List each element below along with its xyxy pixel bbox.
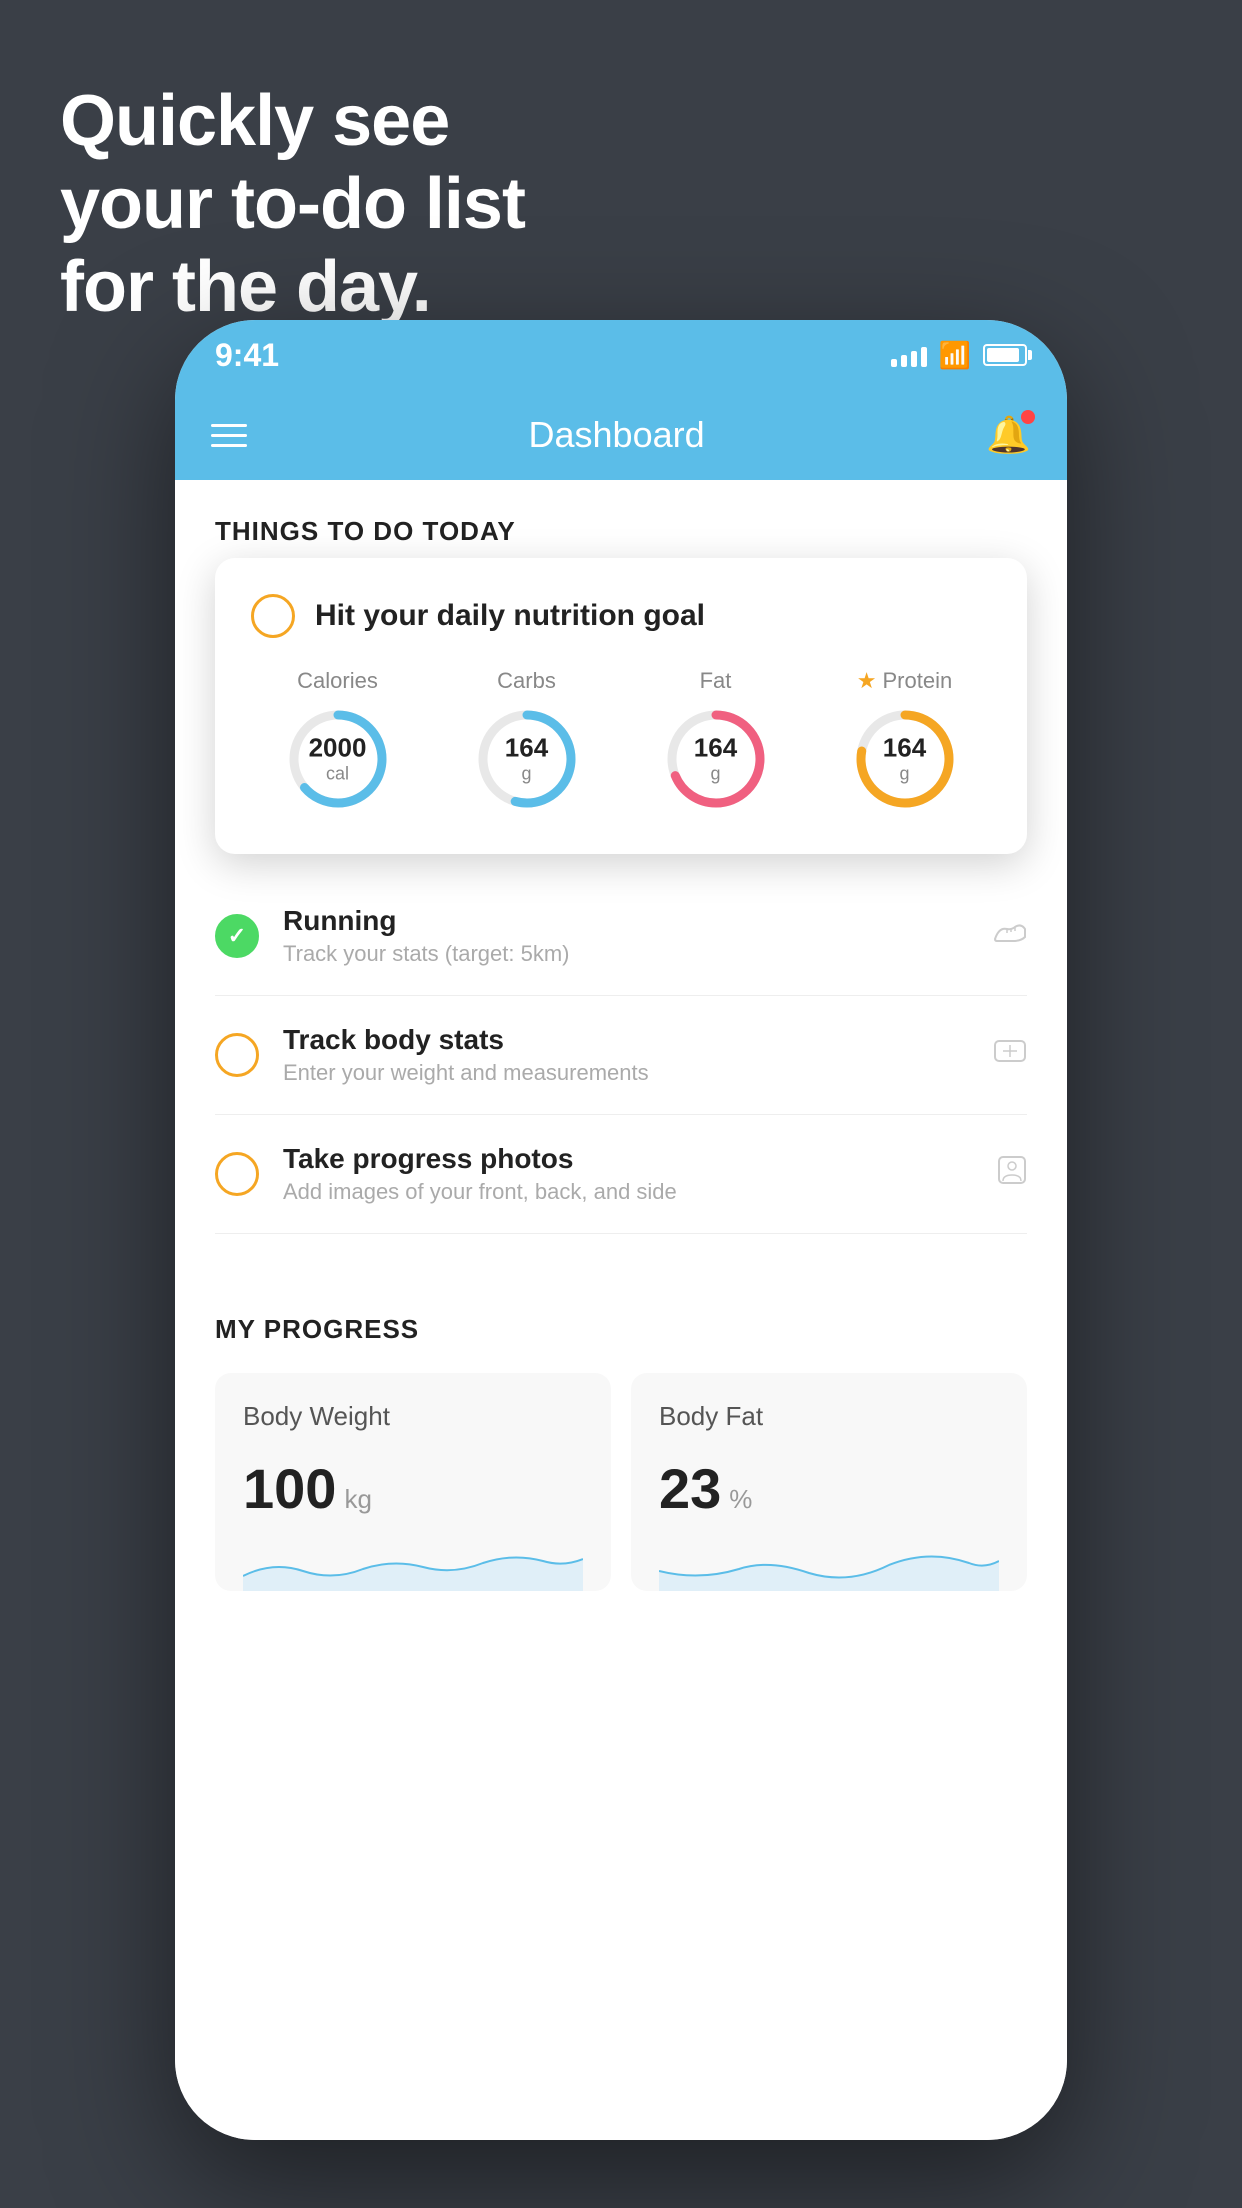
- body-fat-chart: [659, 1541, 999, 1591]
- nutrition-calories: Calories 2000 cal: [283, 668, 393, 814]
- status-icons: 📶: [891, 340, 1027, 371]
- nutrition-fat: Fat 164 g: [661, 668, 771, 814]
- list-item-running[interactable]: Running Track your stats (target: 5km): [215, 877, 1027, 996]
- nav-title: Dashboard: [529, 414, 705, 456]
- body-fat-unit: %: [729, 1484, 752, 1515]
- fat-value-text: 164 g: [694, 733, 737, 786]
- body-fat-value: 23: [659, 1456, 721, 1521]
- fat-donut: 164 g: [661, 704, 771, 814]
- calories-donut: 2000 cal: [283, 704, 393, 814]
- nutrition-carbs: Carbs 164 g: [472, 668, 582, 814]
- running-title: Running: [283, 905, 969, 937]
- notification-bell-icon[interactable]: 🔔: [986, 414, 1031, 456]
- signal-bar-3: [911, 351, 917, 367]
- progress-photos-checkbox[interactable]: [215, 1152, 259, 1196]
- calories-value-text: 2000 cal: [309, 733, 367, 786]
- protein-label: ★ Protein: [857, 668, 952, 694]
- featured-card-header: Hit your daily nutrition goal: [251, 594, 991, 638]
- headline: Quickly see your to-do list for the day.: [60, 80, 525, 328]
- body-stats-text: Track body stats Enter your weight and m…: [283, 1024, 969, 1086]
- protein-donut: 164 g: [850, 704, 960, 814]
- calories-label: Calories: [297, 668, 378, 694]
- body-fat-card-title: Body Fat: [659, 1401, 999, 1432]
- wifi-icon: 📶: [939, 340, 971, 371]
- body-fat-card[interactable]: Body Fat 23 %: [631, 1373, 1027, 1591]
- progress-header: MY PROGRESS: [215, 1314, 1027, 1345]
- running-shoe-icon: [993, 919, 1027, 953]
- body-stats-checkbox[interactable]: [215, 1033, 259, 1077]
- carbs-label: Carbs: [497, 668, 556, 694]
- progress-photos-title: Take progress photos: [283, 1143, 973, 1175]
- hamburger-menu-button[interactable]: [211, 424, 247, 447]
- nav-bar: Dashboard 🔔: [175, 390, 1067, 480]
- body-fat-value-row: 23 %: [659, 1456, 999, 1521]
- phone-mockup: 9:41 📶 Dashboard 🔔 TH: [175, 320, 1067, 2140]
- headline-line2: your to-do list: [60, 163, 525, 246]
- star-icon: ★: [857, 668, 877, 694]
- carbs-donut: 164 g: [472, 704, 582, 814]
- running-checkbox[interactable]: [215, 914, 259, 958]
- todo-list: Running Track your stats (target: 5km): [175, 877, 1067, 1234]
- things-to-do-header: THINGS TO DO TODAY: [175, 480, 1067, 567]
- hamburger-line-2: [211, 434, 247, 437]
- body-weight-value: 100: [243, 1456, 336, 1521]
- body-weight-chart: [243, 1541, 583, 1591]
- signal-bar-2: [901, 355, 907, 367]
- nutrition-goals-row: Calories 2000 cal Carbs: [251, 668, 991, 814]
- signal-bars-icon: [891, 343, 927, 367]
- body-stats-title: Track body stats: [283, 1024, 969, 1056]
- content-area: THINGS TO DO TODAY Hit your daily nutrit…: [175, 480, 1067, 2140]
- nutrition-goal-checkbox[interactable]: [251, 594, 295, 638]
- status-bar: 9:41 📶: [175, 320, 1067, 390]
- body-weight-card-title: Body Weight: [243, 1401, 583, 1432]
- body-stats-subtitle: Enter your weight and measurements: [283, 1060, 969, 1086]
- headline-line1: Quickly see: [60, 80, 525, 163]
- running-text: Running Track your stats (target: 5km): [283, 905, 969, 967]
- body-weight-value-row: 100 kg: [243, 1456, 583, 1521]
- progress-cards: Body Weight 100 kg Body Fat: [215, 1373, 1027, 1591]
- notification-dot: [1021, 410, 1035, 424]
- protein-value-text: 164 g: [883, 733, 926, 786]
- nutrition-protein: ★ Protein 164 g: [850, 668, 960, 814]
- body-weight-card[interactable]: Body Weight 100 kg: [215, 1373, 611, 1591]
- body-weight-unit: kg: [344, 1484, 371, 1515]
- list-item-body-stats[interactable]: Track body stats Enter your weight and m…: [215, 996, 1027, 1115]
- fat-label: Fat: [700, 668, 732, 694]
- battery-fill: [987, 348, 1019, 362]
- signal-bar-1: [891, 359, 897, 367]
- progress-section: MY PROGRESS Body Weight 100 kg: [175, 1274, 1067, 1591]
- hamburger-line-3: [211, 444, 247, 447]
- list-item-progress-photos[interactable]: Take progress photos Add images of your …: [215, 1115, 1027, 1234]
- headline-line3: for the day.: [60, 246, 525, 329]
- scale-icon: [993, 1037, 1027, 1073]
- portrait-icon: [997, 1155, 1027, 1193]
- signal-bar-4: [921, 347, 927, 367]
- carbs-value-text: 164 g: [505, 733, 548, 786]
- running-subtitle: Track your stats (target: 5km): [283, 941, 969, 967]
- battery-icon: [983, 344, 1027, 366]
- featured-card-title: Hit your daily nutrition goal: [315, 599, 705, 633]
- hamburger-line-1: [211, 424, 247, 427]
- status-time: 9:41: [215, 337, 279, 374]
- progress-photos-text: Take progress photos Add images of your …: [283, 1143, 973, 1205]
- progress-photos-subtitle: Add images of your front, back, and side: [283, 1179, 973, 1205]
- featured-nutrition-card[interactable]: Hit your daily nutrition goal Calories 2…: [215, 558, 1027, 854]
